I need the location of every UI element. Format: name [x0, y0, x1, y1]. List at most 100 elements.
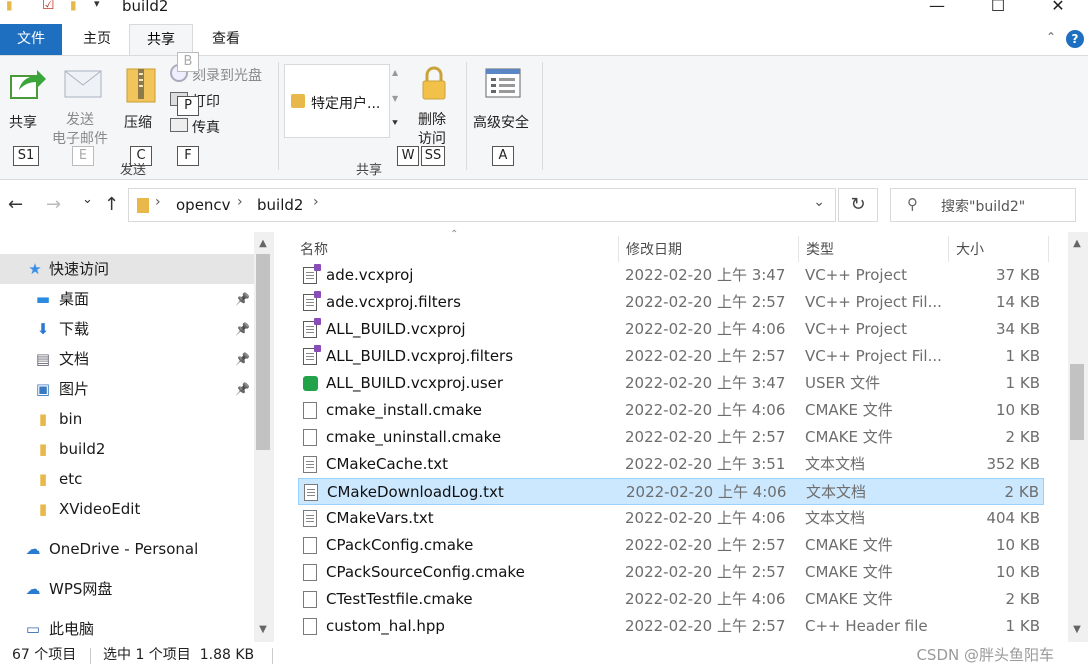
back-icon[interactable]: ←	[8, 194, 23, 215]
pin-icon[interactable]: 📌	[235, 344, 250, 374]
advanced-security-button[interactable]: 高级安全	[470, 62, 536, 137]
file-date: 2022-02-20 上午 2:57	[625, 428, 786, 446]
file-name: CTestTestfile.cmake	[326, 590, 473, 608]
tab-file[interactable]: 文件	[0, 24, 62, 55]
breadcrumb-separator-icon[interactable]: ›	[155, 194, 161, 210]
nav-item[interactable]: ☁ WPS网盘	[0, 574, 254, 604]
file-row[interactable]: custom_hal.hpp 2022-02-20 上午 2:57 C++ Head…	[298, 613, 1044, 640]
nav-item[interactable]: ▬ 桌面 📌	[0, 284, 254, 314]
file-name: cmake_install.cmake	[326, 401, 483, 419]
share-button[interactable]: 共享	[4, 62, 50, 137]
tab-share[interactable]: 共享	[129, 24, 193, 55]
search-input[interactable]: ⚲ 搜索"build2"	[890, 188, 1076, 222]
gallery-down-icon[interactable]: ▼	[392, 94, 398, 103]
scroll-up-icon[interactable]: ▲	[1068, 238, 1086, 249]
file-size: 10 KB	[996, 563, 1040, 581]
nav-item[interactable]: ▮ etc	[0, 464, 254, 494]
zip-button[interactable]: 压缩	[120, 62, 162, 137]
file-name: ade.vcxproj.filters	[326, 293, 461, 311]
refresh-button[interactable]: ↻	[838, 188, 878, 222]
recent-locations-icon[interactable]: ⌄	[82, 192, 93, 207]
nav-item[interactable]: ▣ 图片 📌	[0, 374, 254, 404]
file-row[interactable]: CMakeDownloadLog.txt 2022-02-20 上午 4:06 文本…	[298, 478, 1044, 505]
breadcrumb-opencv[interactable]: opencv	[176, 196, 231, 214]
forward-icon[interactable]: →	[46, 194, 61, 215]
gallery-more-icon[interactable]: ⯆	[391, 118, 399, 129]
remove-access-button[interactable]: 删除 访问	[410, 62, 456, 152]
file-name: cmake_uninstall.cmake	[326, 428, 502, 446]
minimize-button[interactable]: —	[914, 0, 960, 18]
file-row[interactable]: CMakeVars.txt 2022-02-20 上午 4:06 文本文档 404 K…	[298, 505, 1044, 532]
file-row[interactable]: ade.vcxproj.filters 2022-02-20 上午 2:57 VC+…	[298, 289, 1044, 316]
scroll-up-icon[interactable]: ▲	[254, 238, 272, 249]
tab-view[interactable]: 查看	[195, 24, 257, 55]
file-row[interactable]: CPackConfig.cmake 2022-02-20 上午 2:57 CMAKE…	[298, 532, 1044, 559]
nav-scroll-thumb[interactable]	[256, 254, 270, 450]
file-list-scrollbar[interactable]: ▲ ▼	[1068, 232, 1088, 642]
send-group-label: 发送	[120, 163, 147, 178]
nav-item[interactable]: ★ 快速访问	[0, 254, 254, 284]
nav-item-label: 此电脑	[49, 620, 95, 638]
file-row[interactable]: cmake_uninstall.cmake 2022-02-20 上午 2:57 C…	[298, 424, 1044, 451]
nav-item-label: etc	[59, 470, 83, 488]
column-header-name[interactable]: 名称	[300, 238, 328, 262]
new-folder-icon[interactable]: ▮	[70, 0, 77, 12]
file-row[interactable]: CTestTestfile.cmake 2022-02-20 上午 4:06 CMA…	[298, 586, 1044, 613]
scroll-down-icon[interactable]: ▼	[254, 624, 272, 635]
file-row[interactable]: CPackSourceConfig.cmake 2022-02-20 上午 2:5…	[298, 559, 1044, 586]
breadcrumb-separator-icon[interactable]: ›	[313, 194, 319, 210]
column-header-size[interactable]: 大小	[956, 238, 984, 262]
breadcrumb-separator-icon[interactable]: ›	[237, 194, 243, 210]
maximize-button[interactable]: ☐	[975, 0, 1021, 18]
nav-item[interactable]: ▭ 此电脑	[0, 614, 254, 644]
file-date: 2022-02-20 上午 3:51	[625, 455, 786, 473]
nav-item[interactable]: ▮ bin	[0, 404, 254, 434]
column-separator[interactable]	[1048, 236, 1049, 262]
up-icon[interactable]: ↑	[104, 194, 119, 215]
file-icon	[303, 402, 317, 419]
pin-icon[interactable]: 📌	[235, 284, 250, 314]
expand-ribbon-icon[interactable]: ⌃	[1042, 30, 1060, 48]
file-row[interactable]: CMakeCache.txt 2022-02-20 上午 3:51 文本文档 352 …	[298, 451, 1044, 478]
address-box[interactable]: › opencv › build2 › ⌄	[128, 188, 836, 222]
file-size: 34 KB	[996, 320, 1040, 338]
nav-item[interactable]: ▮ XVideoEdit	[0, 494, 254, 524]
lock-icon	[422, 66, 446, 100]
folder-icon: ▮	[6, 0, 13, 12]
file-size: 2 KB	[1005, 428, 1040, 446]
nav-item[interactable]: ▮ build2	[0, 434, 254, 464]
breadcrumb-build2[interactable]: build2	[257, 196, 303, 214]
email-button[interactable]: 发送 电子邮件	[50, 62, 116, 152]
customize-quick-access-icon[interactable]: ▾	[94, 0, 100, 10]
file-row[interactable]: cmake_install.cmake 2022-02-20 上午 4:06 CMA…	[298, 397, 1044, 424]
column-header-date[interactable]: 修改日期	[626, 238, 682, 262]
file-row[interactable]: ALL_BUILD.vcxproj.filters 2022-02-20 上午 2…	[298, 343, 1044, 370]
close-button[interactable]: ✕	[1035, 0, 1081, 18]
gallery-up-icon[interactable]: ▲	[392, 68, 398, 77]
column-separator[interactable]	[948, 236, 949, 262]
share-with-gallery[interactable]: 特定用户...	[284, 64, 390, 138]
nav-item[interactable]: ▤ 文档 📌	[0, 344, 254, 374]
file-name: CPackSourceConfig.cmake	[326, 563, 525, 581]
file-type: 文本文档	[805, 455, 866, 473]
address-dropdown-icon[interactable]: ⌄	[813, 194, 825, 210]
fax-button[interactable]: 传真	[170, 116, 230, 138]
properties-icon[interactable]: ☑	[42, 0, 55, 13]
file-type: VC++ Project	[805, 320, 907, 338]
file-row[interactable]: ade.vcxproj 2022-02-20 上午 3:47 VC++ Projec…	[298, 262, 1044, 289]
pin-icon[interactable]: 📌	[235, 314, 250, 344]
gallery-scroll[interactable]: ▲ ▼ ⯆	[390, 64, 404, 138]
file-row[interactable]: ALL_BUILD.vcxproj 2022-02-20 上午 4:06 VC++ …	[298, 316, 1044, 343]
scroll-down-icon[interactable]: ▼	[1068, 624, 1086, 635]
nav-scrollbar[interactable]: ▲ ▼	[254, 232, 274, 642]
pin-icon[interactable]: 📌	[235, 374, 250, 404]
column-header-type[interactable]: 类型	[806, 238, 834, 262]
column-separator[interactable]	[618, 236, 619, 262]
help-icon[interactable]: ?	[1066, 30, 1084, 48]
tab-home[interactable]: 主页	[66, 24, 128, 55]
column-separator[interactable]	[798, 236, 799, 262]
file-list-scroll-thumb[interactable]	[1070, 364, 1084, 440]
nav-item[interactable]: ⬇ 下载 📌	[0, 314, 254, 344]
nav-item[interactable]: ☁ OneDrive - Personal	[0, 534, 254, 564]
file-row[interactable]: ALL_BUILD.vcxproj.user 2022-02-20 上午 3:47…	[298, 370, 1044, 397]
